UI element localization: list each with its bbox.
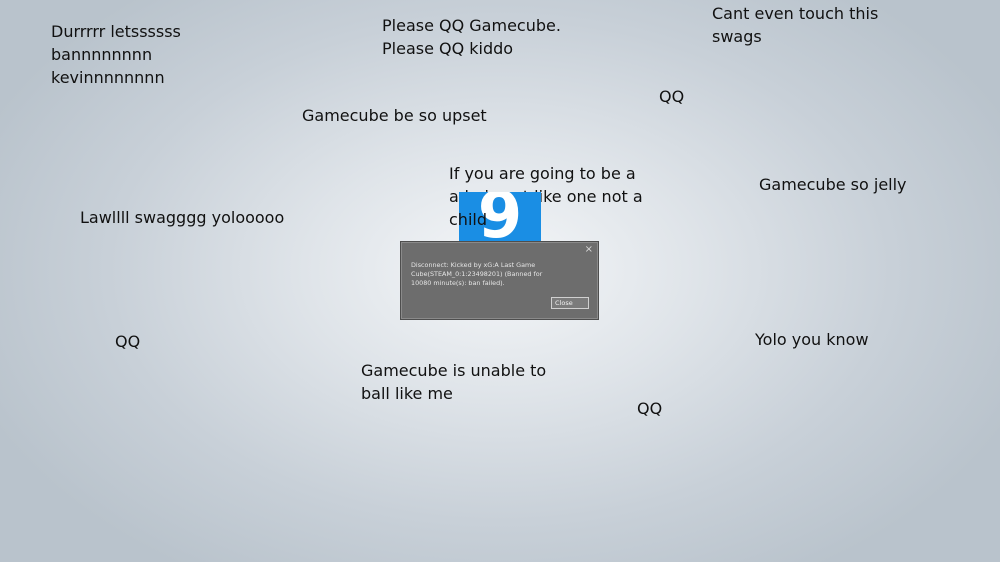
- close-button[interactable]: Close: [551, 297, 589, 309]
- annotation-durrr: Durrrrr letssssss bannnnnnnn kevinnnnnnn…: [51, 20, 181, 89]
- annotation-line: ball like me: [361, 384, 453, 403]
- annotation-line: Please QQ Gamecube.: [382, 16, 561, 35]
- annotation-jelly: Gamecube so jelly: [759, 175, 907, 194]
- annotation-yolo: Yolo you know: [755, 330, 869, 349]
- annotation-qq-left: QQ: [115, 332, 141, 351]
- close-icon[interactable]: ×: [585, 244, 593, 256]
- annotation-lawl: Lawllll swagggg yolooooo: [80, 208, 285, 227]
- disconnect-dialog: × Disconnect: Kicked by xG:A Last Game C…: [400, 241, 599, 320]
- annotation-upset: Gamecube be so upset: [302, 106, 487, 125]
- annotation-please-qq: Please QQ Gamecube. Please QQ kiddo: [382, 14, 561, 60]
- annotation-unable: Gamecube is unable to ball like me: [361, 359, 546, 405]
- annotation-qq-bottom: QQ: [637, 399, 663, 418]
- annotation-line: If you are going to be a: [449, 164, 636, 183]
- annotation-line: Please QQ kiddo: [382, 39, 514, 58]
- desktop-background: Durrrrr letssssss bannnnnnnn kevinnnnnnn…: [0, 0, 1000, 562]
- annotation-line: Durrrrr letssssss: [51, 22, 181, 41]
- annotation-line: Cant even touch this: [712, 4, 879, 23]
- annotation-admin-last-line: child: [449, 210, 487, 229]
- annotation-line: bannnnnnnn: [51, 45, 153, 64]
- disconnect-message: Disconnect: Kicked by xG:A Last Game Cub…: [411, 261, 543, 287]
- annotation-line: Gamecube is unable to: [361, 361, 547, 380]
- annotation-line: kevinnnnnnnn: [51, 68, 165, 87]
- annotation-cant-touch: Cant even touch this swags: [712, 2, 878, 48]
- annotation-line: swags: [712, 27, 762, 46]
- annotation-qq-top: QQ: [659, 87, 685, 106]
